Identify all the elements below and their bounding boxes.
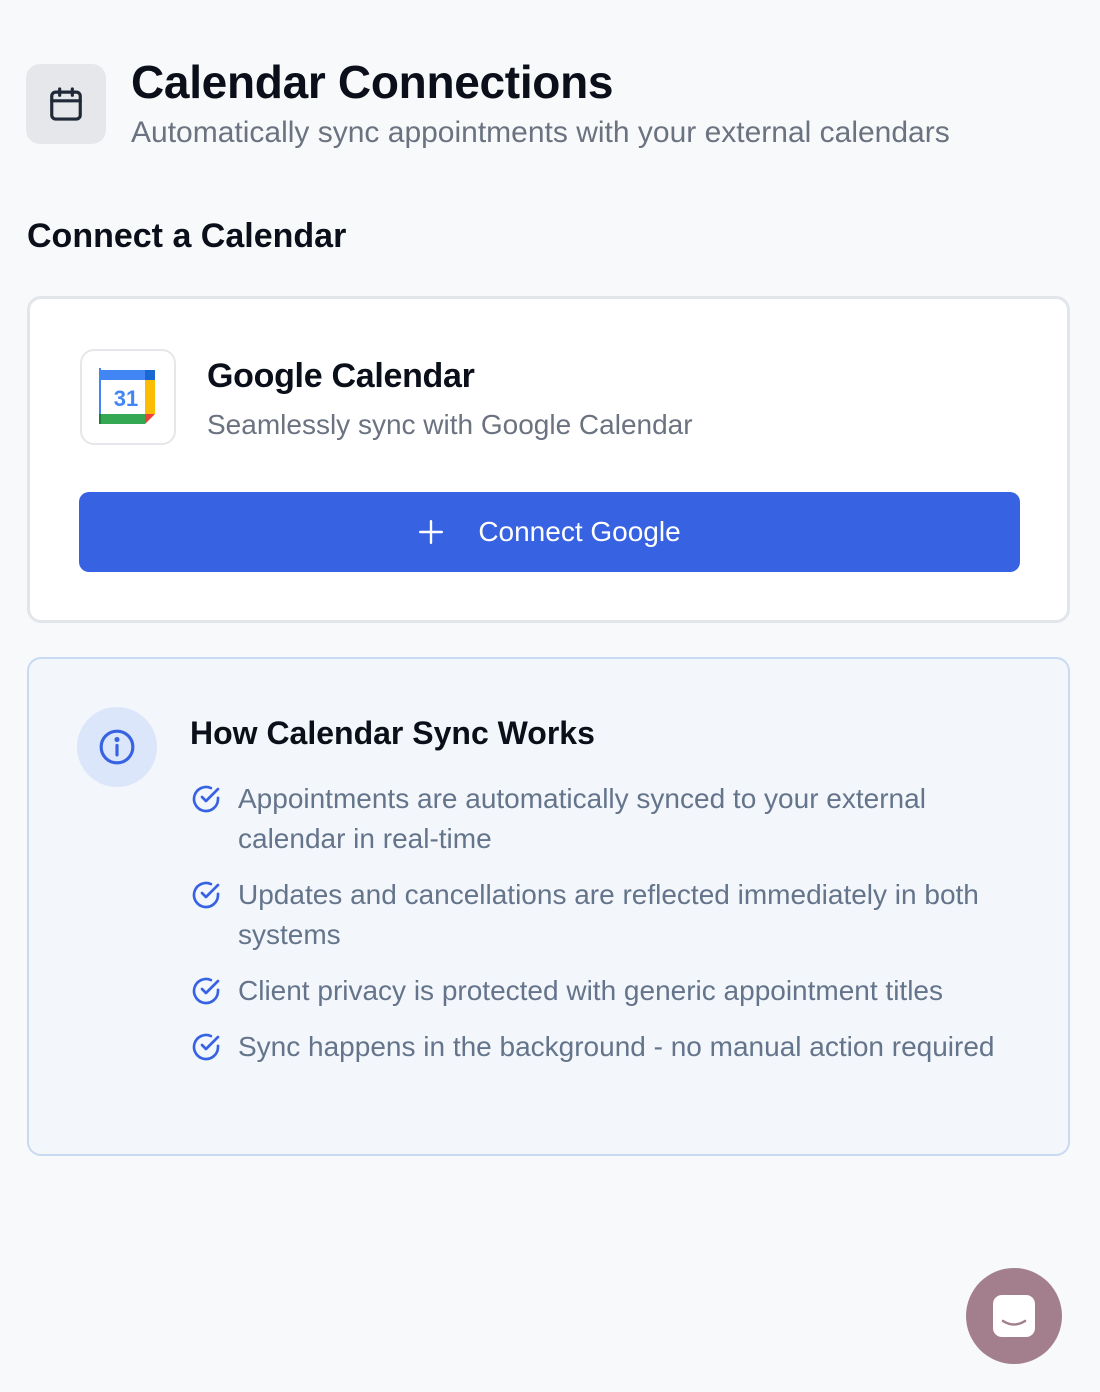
info-title: How Calendar Sync Works	[190, 715, 595, 751]
list-item: Sync happens in the background - no manu…	[190, 1027, 1030, 1067]
google-calendar-card: 31 Google Calendar Seamlessly sync with …	[27, 296, 1070, 623]
check-circle-icon	[192, 977, 220, 1005]
page-header: Calendar Connections Automatically sync …	[26, 56, 950, 152]
list-item: Updates and cancellations are reflected …	[190, 875, 1030, 955]
connect-google-button[interactable]: Connect Google	[79, 492, 1020, 572]
page-title: Calendar Connections	[131, 56, 614, 108]
plus-icon	[419, 519, 444, 545]
info-item-text: Appointments are automatically synced to…	[238, 783, 926, 854]
calendar-icon	[26, 64, 106, 144]
info-item-text: Updates and cancellations are reflected …	[238, 879, 979, 950]
connect-google-label: Connect Google	[478, 516, 681, 547]
chat-widget-button[interactable]	[966, 1268, 1062, 1364]
check-circle-icon	[192, 1033, 220, 1061]
list-item: Appointments are automatically synced to…	[190, 779, 1030, 859]
sync-info-card: How Calendar Sync Works Appointments are…	[27, 657, 1070, 1156]
chat-icon	[993, 1295, 1035, 1337]
google-calendar-logo: 31	[80, 349, 176, 445]
check-circle-icon	[192, 881, 220, 909]
info-list: Appointments are automatically synced to…	[190, 779, 1030, 1083]
info-icon	[77, 707, 157, 787]
page-subtitle: Automatically sync appointments with you…	[131, 116, 950, 149]
provider-name: Google Calendar	[207, 357, 475, 395]
calendar-logo-day: 31	[114, 386, 138, 411]
list-item: Client privacy is protected with generic…	[190, 971, 1030, 1011]
check-circle-icon	[192, 785, 220, 813]
provider-description: Seamlessly sync with Google Calendar	[207, 409, 693, 440]
info-item-text: Client privacy is protected with generic…	[238, 975, 944, 1006]
section-title: Connect a Calendar	[27, 217, 347, 255]
info-item-text: Sync happens in the background - no manu…	[238, 1031, 995, 1062]
